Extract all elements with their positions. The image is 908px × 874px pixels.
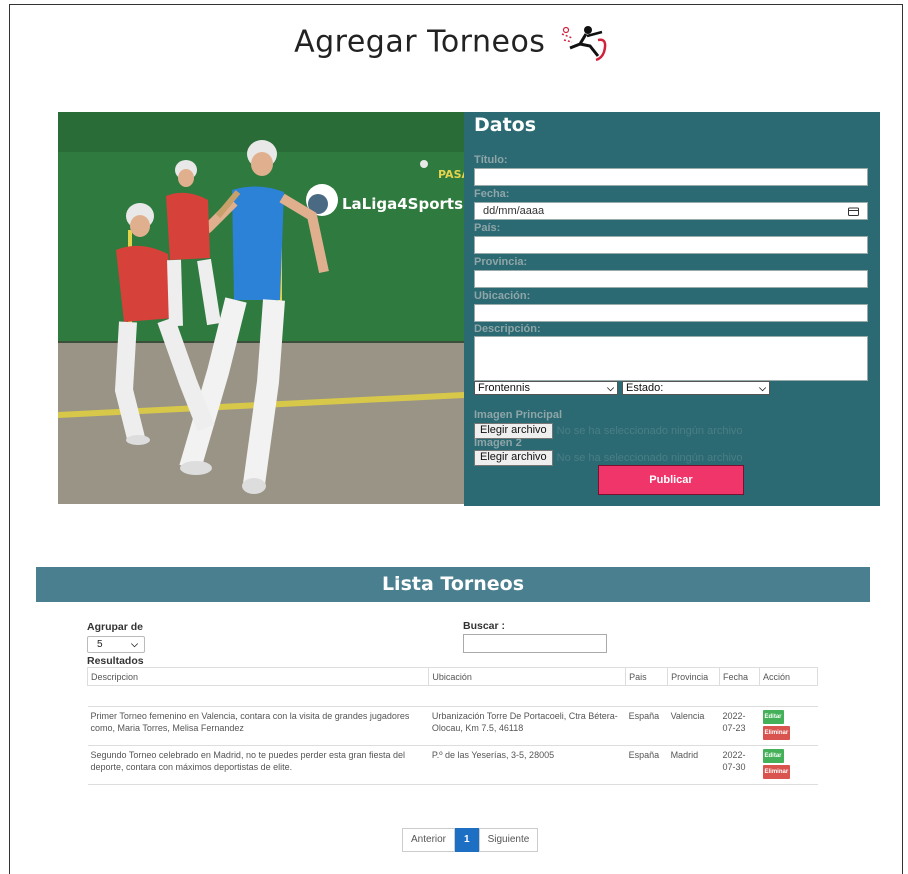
imagen-principal-label: Imagen Principal — [474, 409, 563, 421]
delete-button[interactable]: Eliminar — [762, 726, 791, 740]
imagen2-file: Elegir archivo No se ha seleccionado nin… — [474, 450, 743, 466]
group-label: Agrupar de — [87, 621, 144, 633]
next-page-button[interactable]: Siguiente — [478, 828, 539, 852]
edit-button[interactable]: Editar — [762, 710, 784, 724]
publish-button[interactable]: Publicar — [598, 465, 744, 495]
cell-pais: España — [625, 706, 668, 746]
column-header[interactable]: Fecha — [719, 667, 760, 686]
edit-button[interactable]: Editar — [762, 749, 784, 763]
column-header[interactable]: Provincia — [667, 667, 721, 686]
current-page-button[interactable]: 1 — [455, 828, 479, 852]
list-heading: Lista Torneos — [36, 567, 870, 602]
group-select[interactable]: 5 ⌵ — [87, 636, 145, 653]
chevron-down-icon: ⌵ — [607, 382, 614, 393]
group-select-value: 5 — [97, 639, 103, 650]
column-header[interactable]: Acción — [759, 667, 818, 686]
prev-page-button[interactable]: Anterior — [402, 828, 456, 852]
cell-ubicacion: Urbanización Torre De Portacoeli, Ctra B… — [428, 706, 626, 746]
page-header: Agregar Torneos — [0, 22, 908, 62]
fecha-placeholder: dd/mm/aaaa — [483, 205, 545, 217]
search-input[interactable] — [463, 634, 607, 653]
chevron-down-icon: ⌵ — [759, 382, 766, 393]
results-label: Resultados — [87, 655, 144, 667]
tournaments-table: Descripcion Ubicación Pais Provincia Fec… — [86, 667, 818, 785]
descripcion-label: Descripción: — [474, 323, 541, 335]
calendar-icon[interactable] — [848, 207, 859, 216]
cell-provincia: Valencia — [667, 706, 720, 746]
provincia-label: Provincia: — [474, 256, 528, 268]
chevron-down-icon: ⌵ — [131, 639, 138, 649]
deporte-select-value: Frontennis — [478, 382, 530, 394]
imagen2-label: Imagen 2 — [474, 437, 522, 449]
fecha-label: Fecha: — [474, 188, 510, 200]
descripcion-textarea[interactable] — [474, 336, 868, 381]
cell-provincia: Madrid — [667, 745, 720, 785]
tournament-form: Datos Título: Fecha: dd/mm/aaaa País: Pr… — [464, 112, 880, 506]
pagination: Anterior 1 Siguiente — [402, 828, 539, 852]
table-header: Descripcion Ubicación Pais Provincia Fec… — [86, 667, 818, 686]
fecha-input[interactable]: dd/mm/aaaa — [474, 202, 868, 220]
cell-accion: Editar Eliminar — [759, 745, 818, 785]
table-row: Primer Torneo femenino en Valencia, cont… — [87, 706, 818, 746]
cell-descripcion: Segundo Torneo celebrado en Madrid, no t… — [87, 745, 429, 785]
titulo-input[interactable] — [474, 168, 868, 186]
search-label: Buscar : — [463, 620, 506, 632]
imagen-principal-status: No se ha seleccionado ningún archivo — [556, 425, 743, 437]
page-title: Agregar Torneos — [294, 24, 546, 60]
banner-text: LaLiga4Sports — [342, 195, 463, 213]
tennis-player-icon — [561, 26, 607, 62]
cell-accion: Editar Eliminar — [759, 706, 818, 746]
provincia-input[interactable] — [474, 270, 868, 288]
estado-select-value: Estado: — [626, 382, 664, 394]
column-header[interactable]: Descripcion — [86, 667, 430, 686]
titulo-label: Título: — [474, 154, 508, 166]
cell-pais: España — [625, 745, 668, 785]
imagen2-status: No se ha seleccionado ningún archivo — [556, 452, 743, 464]
delete-button[interactable]: Eliminar — [762, 765, 791, 779]
form-heading: Datos — [474, 114, 537, 136]
ubicacion-input[interactable] — [474, 304, 868, 322]
deporte-select[interactable]: Frontennis ⌵ — [474, 381, 618, 395]
spacer-row — [87, 685, 818, 707]
cell-ubicacion: P.º de las Yeserías, 3-5, 28005 — [428, 745, 626, 785]
tournament-photo: LaLiga4Sports PASA — [58, 112, 464, 504]
frontennis-players-image: LaLiga4Sports PASA — [58, 112, 464, 504]
ubicacion-label: Ubicación: — [474, 290, 531, 302]
cell-fecha: 2022-07-30 — [719, 745, 760, 785]
side-text: PASA — [438, 168, 464, 181]
column-header[interactable]: Pais — [625, 667, 669, 686]
column-header[interactable]: Ubicación — [428, 667, 627, 686]
imagen2-button[interactable]: Elegir archivo — [474, 450, 553, 466]
pais-label: País: — [474, 222, 501, 234]
table-row: Segundo Torneo celebrado en Madrid, no t… — [87, 745, 818, 785]
cell-fecha: 2022-07-23 — [719, 706, 760, 746]
estado-select[interactable]: Estado: ⌵ — [622, 381, 770, 395]
pais-input[interactable] — [474, 236, 868, 254]
cell-descripcion: Primer Torneo femenino en Valencia, cont… — [87, 706, 429, 746]
